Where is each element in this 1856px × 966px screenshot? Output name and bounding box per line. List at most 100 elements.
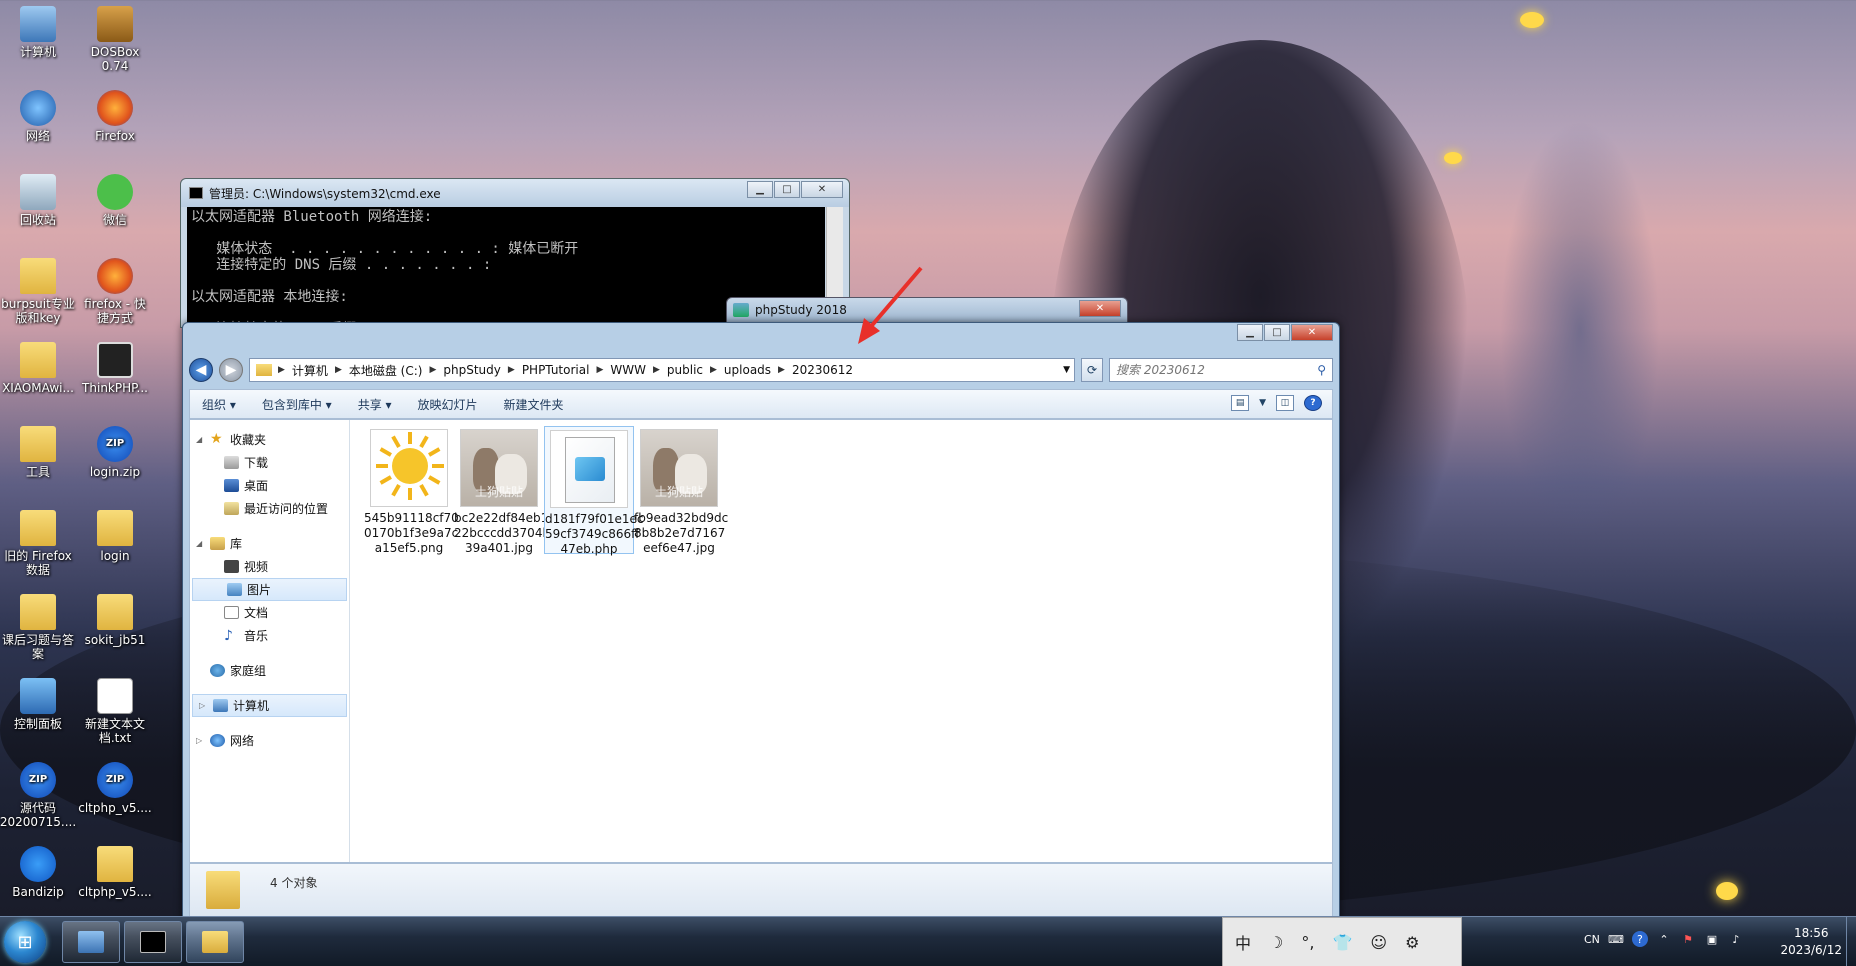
desktop-icon-item[interactable]: ZIP cltphp_v5.... xyxy=(75,756,155,815)
toolbar-button[interactable]: 放映幻灯片 xyxy=(418,396,478,413)
ime-emoji-icon[interactable]: ☺ xyxy=(1370,933,1387,952)
toolbar-button[interactable]: 组织 ▾ xyxy=(202,396,236,413)
desktop-icon-item[interactable]: XIAOMAwi... xyxy=(0,336,78,395)
help-icon[interactable]: ? xyxy=(1631,931,1648,947)
desktop-icon-item[interactable]: ThinkPHP... xyxy=(75,336,155,395)
start-button[interactable]: ⊞ xyxy=(4,921,46,963)
breadcrumb-item[interactable]: uploads xyxy=(717,363,778,377)
file-item[interactable]: d181f79f01e1ec 59cf3749c866ff 47eb.php xyxy=(544,426,644,556)
nav-pictures[interactable]: 图片 xyxy=(192,578,347,601)
chevron-down-icon[interactable]: ▼ xyxy=(1063,365,1070,375)
phpstudy-close-button[interactable]: ✕ xyxy=(1079,300,1121,317)
ime-settings-icon[interactable]: ⌨ xyxy=(1608,931,1624,947)
desktop-icon-item[interactable]: 旧的 Firefox 数据 xyxy=(0,504,78,577)
volume-icon[interactable]: ♪ xyxy=(1728,931,1744,947)
close-button[interactable]: ✕ xyxy=(1291,324,1333,341)
nav-documents[interactable]: 文档 xyxy=(190,601,349,624)
forward-button[interactable]: ▶ xyxy=(219,358,243,382)
nav-music[interactable]: ♪ 音乐 xyxy=(190,624,349,647)
ime-moon-icon[interactable]: ☽ xyxy=(1269,933,1283,952)
desktop-icon-item[interactable]: Bandizip xyxy=(0,840,78,899)
search-box[interactable]: ⚲ xyxy=(1109,358,1333,382)
desktop-icon-item[interactable]: 计算机 xyxy=(0,0,78,59)
file-item[interactable]: 土狗贴贴 fb9ead32bd9dc 8b8b2e7d7167 eef6e47.jpg xyxy=(634,426,728,556)
breadcrumb-item[interactable]: WWW xyxy=(603,363,653,377)
show-desktop-button[interactable] xyxy=(1846,917,1856,966)
breadcrumb-separator-icon[interactable]: ▶ xyxy=(653,365,660,375)
network-status-icon[interactable]: ▣ xyxy=(1704,931,1720,947)
maximize-button[interactable]: □ xyxy=(1264,324,1290,341)
nav-videos[interactable]: 视频 xyxy=(190,555,349,578)
desktop-icon-item[interactable]: 控制面板 xyxy=(0,672,78,731)
cmd-title: 管理员: C:\Windows\system32\cmd.exe xyxy=(209,186,441,201)
chevron-down-icon[interactable]: ▼ xyxy=(1259,398,1266,408)
nav-desktop[interactable]: 桌面 xyxy=(190,474,349,497)
desktop-icon-item[interactable]: ZIP 源代码 20200715.... xyxy=(0,756,78,829)
taskbar-app-cmd[interactable] xyxy=(124,921,182,963)
desktop-icon-item[interactable]: sokit_jb51 xyxy=(75,588,155,647)
breadcrumb-separator-icon[interactable]: ▶ xyxy=(429,365,436,375)
breadcrumb-separator-icon[interactable]: ▶ xyxy=(710,365,717,375)
minimize-button[interactable]: ▁ xyxy=(747,181,773,198)
desktop-icon-label: cltphp_v5.... xyxy=(78,885,152,899)
breadcrumb-item[interactable]: PHPTutorial xyxy=(515,363,597,377)
address-bar[interactable]: ▶ 计算机 ▶ 本地磁盘 (C:) ▶ phpStudy ▶ PHPTutorial ▶ WWW… xyxy=(249,358,1075,382)
search-input[interactable] xyxy=(1116,363,1316,377)
nav-recent[interactable]: 最近访问的位置 xyxy=(190,497,349,520)
chevron-up-icon[interactable]: ⌃ xyxy=(1656,931,1672,947)
toolbar-button[interactable]: 包含到库中 ▾ xyxy=(262,396,332,413)
close-button[interactable]: ✕ xyxy=(801,181,843,198)
desktop-icon-item[interactable]: 回收站 xyxy=(0,168,78,227)
file-item[interactable]: 土狗贴贴 bc2e22df84eb1 22bcccdd3704b 39a401.jpg xyxy=(454,426,550,556)
breadcrumb-separator-icon[interactable]: ▶ xyxy=(508,365,515,375)
desktop-icon-item[interactable]: 微信 xyxy=(75,168,155,227)
ime-punctuation-icon[interactable]: °, xyxy=(1301,933,1314,952)
taskbar-app-explorer[interactable] xyxy=(186,921,244,963)
language-indicator[interactable]: CN xyxy=(1584,933,1600,946)
nav-computer[interactable]: ▷ 计算机 xyxy=(192,694,347,717)
maximize-button[interactable]: □ xyxy=(774,181,800,198)
help-icon[interactable]: ? xyxy=(1304,395,1322,411)
preview-pane-icon[interactable]: ◫ xyxy=(1276,395,1294,411)
action-center-icon[interactable]: ⚑ xyxy=(1680,931,1696,947)
search-icon[interactable]: ⚲ xyxy=(1317,363,1326,377)
back-button[interactable]: ◀ xyxy=(189,358,213,382)
breadcrumb-item[interactable]: 本地磁盘 (C:) xyxy=(342,362,430,379)
nav-homegroup[interactable]: 家庭组 xyxy=(190,659,349,682)
desktop-icon-item[interactable]: burpsuit专业 版和key xyxy=(0,252,78,325)
ime-settings-icon[interactable]: ⚙ xyxy=(1405,933,1419,952)
desktop-icon-item[interactable]: 工具 xyxy=(0,420,78,479)
desktop-icon-item[interactable]: 网络 xyxy=(0,84,78,143)
desktop-icon-item[interactable]: DOSBox 0.74 xyxy=(75,0,155,73)
desktop-icon-item[interactable]: Firefox xyxy=(75,84,155,143)
breadcrumb-separator-icon[interactable]: ▶ xyxy=(778,365,785,375)
desktop-icon-item[interactable]: login xyxy=(75,504,155,563)
nav-libraries[interactable]: ◢ 库 xyxy=(190,532,349,555)
desktop-icon-item[interactable]: 新建文本文 档.txt xyxy=(75,672,155,745)
desktop-icon-item[interactable]: cltphp_v5.... xyxy=(75,840,155,899)
ime-skin-icon[interactable]: 👕 xyxy=(1332,933,1352,952)
desktop-icon-item[interactable]: firefox - 快 捷方式 xyxy=(75,252,155,325)
view-options-icon[interactable]: ▤ xyxy=(1231,395,1250,411)
breadcrumb-separator-icon[interactable]: ▶ xyxy=(596,365,603,375)
toolbar-button[interactable]: 新建文件夹 xyxy=(504,396,564,413)
breadcrumb-item[interactable]: 20230612 xyxy=(785,363,860,377)
phpstudy-window[interactable]: phpStudy 2018 ✕ xyxy=(726,297,1128,323)
nav-network[interactable]: ▷ 网络 xyxy=(190,729,349,752)
minimize-button[interactable]: ▁ xyxy=(1237,324,1263,341)
breadcrumb-item[interactable]: 计算机 xyxy=(285,362,335,379)
taskbar-app-server-manager[interactable] xyxy=(62,921,120,963)
explorer-window[interactable]: ▁ □ ✕ ◀ ▶ ▶ 计算机 ▶ 本地磁盘 (C:) ▶ phpStudy ▶ PHPTu… xyxy=(182,322,1340,924)
nav-favorites[interactable]: ◢ ★ 收藏夹 xyxy=(190,428,349,451)
nav-downloads[interactable]: 下载 xyxy=(190,451,349,474)
breadcrumb-item[interactable]: public xyxy=(660,363,710,377)
breadcrumb-item[interactable]: phpStudy xyxy=(436,363,508,377)
desktop-icon-item[interactable]: ZIP login.zip xyxy=(75,420,155,479)
toolbar-button[interactable]: 共享 ▾ xyxy=(358,396,392,413)
clock[interactable]: 18:56 2023/6/12 xyxy=(1780,925,1842,959)
breadcrumb-separator-icon[interactable]: ▶ xyxy=(335,365,342,375)
file-item[interactable]: 545b91118cf70 0170b1f3e9a7c a15ef5.png xyxy=(364,426,459,556)
refresh-button[interactable]: ⟳ xyxy=(1081,358,1103,382)
ime-chinese-mode-icon[interactable]: 中 xyxy=(1235,930,1251,954)
desktop-icon-item[interactable]: 课后习题与答 案 xyxy=(0,588,78,661)
